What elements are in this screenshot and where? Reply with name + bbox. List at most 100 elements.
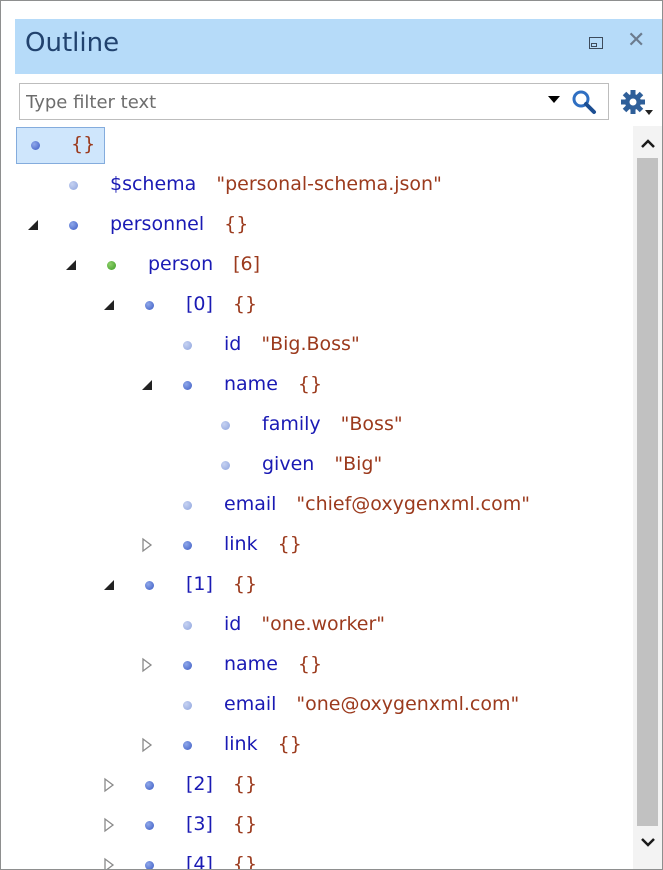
- node-bullet-icon: [183, 621, 192, 630]
- node-key: email: [224, 493, 277, 515]
- tree-node[interactable]: name {}: [15, 646, 633, 686]
- tree-node[interactable]: person [6]: [15, 246, 633, 286]
- node-value: "one@oxygenxml.com": [296, 693, 520, 715]
- filter-input[interactable]: [26, 89, 526, 115]
- node-value: "Big": [334, 453, 383, 475]
- node-key: family: [262, 413, 321, 435]
- node-value: {}: [297, 653, 323, 675]
- expanded-triangle-icon[interactable]: [63, 257, 79, 273]
- node-key: id: [224, 333, 242, 355]
- node-key: $schema: [110, 173, 197, 195]
- node-bullet-icon: [183, 501, 192, 510]
- node-value: "personal-schema.json": [216, 173, 442, 195]
- scroll-down-arrow-icon[interactable]: [633, 834, 663, 850]
- node-key: [2]: [186, 773, 213, 795]
- tree-node[interactable]: [0] {}: [15, 286, 633, 326]
- tree-node[interactable]: [4] {}: [15, 846, 633, 870]
- expanded-triangle-icon[interactable]: [101, 577, 117, 593]
- node-value: "Boss": [340, 413, 403, 435]
- node-key: email: [224, 693, 277, 715]
- node-bullet-icon: [145, 861, 154, 869]
- tree-node[interactable]: id "one.worker": [15, 606, 633, 646]
- node-bullet-icon: [183, 741, 192, 750]
- panel-title: Outline: [25, 28, 120, 58]
- node-value: {}: [232, 573, 258, 595]
- node-bullet-icon: [183, 381, 192, 390]
- node-value: {}: [224, 213, 249, 235]
- tree-node[interactable]: personnel {}: [15, 206, 633, 246]
- restore-icon[interactable]: [589, 37, 603, 49]
- expanded-triangle-icon[interactable]: [25, 217, 41, 233]
- collapsed-triangle-icon[interactable]: [101, 857, 117, 870]
- tree-node[interactable]: id "Big.Boss": [15, 326, 633, 366]
- node-key: person: [148, 253, 214, 275]
- node-key: [0]: [186, 293, 213, 315]
- tree-node[interactable]: [3] {}: [15, 806, 633, 846]
- tree-node[interactable]: given "Big": [15, 446, 633, 486]
- node-value: [6]: [233, 253, 261, 275]
- collapsed-triangle-icon[interactable]: [101, 777, 117, 793]
- node-bullet-icon: [69, 221, 78, 230]
- node-value: "chief@oxygenxml.com": [296, 493, 531, 515]
- node-value: "Big.Boss": [261, 333, 360, 355]
- tree-node[interactable]: name {}: [15, 366, 633, 406]
- tree-node[interactable]: $schema "personal-schema.json": [15, 166, 633, 206]
- node-bullet-icon: [145, 781, 154, 790]
- node-bullet-icon: [183, 341, 192, 350]
- node-bullet-icon: [69, 181, 78, 190]
- node-key: name: [224, 653, 278, 675]
- node-key: name: [224, 373, 278, 395]
- node-value: {}: [297, 373, 323, 395]
- node-bullet-icon: [183, 701, 192, 710]
- node-value: {}: [71, 133, 96, 155]
- node-value: {}: [232, 293, 258, 315]
- node-key: [4]: [186, 853, 213, 870]
- tree-node[interactable]: family "Boss": [15, 406, 633, 446]
- node-bullet-icon: [107, 261, 116, 270]
- scroll-up-arrow-icon[interactable]: [633, 136, 663, 152]
- gear-icon[interactable]: [620, 89, 654, 117]
- node-bullet-icon: [145, 581, 154, 590]
- node-key: personnel: [110, 213, 205, 235]
- node-value: {}: [277, 733, 302, 755]
- node-key: id: [224, 613, 242, 635]
- tree-node[interactable]: {}: [15, 126, 633, 166]
- tree-node[interactable]: link {}: [15, 726, 633, 766]
- node-bullet-icon: [145, 301, 154, 310]
- node-key: [3]: [186, 813, 213, 835]
- tree-node[interactable]: email "chief@oxygenxml.com": [15, 486, 633, 526]
- outline-panel: Outline ✕ {}$schema"personal-: [0, 0, 663, 870]
- tree-node[interactable]: [1] {}: [15, 566, 633, 606]
- collapsed-triangle-icon[interactable]: [101, 817, 117, 833]
- node-bullet-icon: [31, 141, 40, 150]
- node-value: {}: [232, 813, 258, 835]
- scroll-thumb[interactable]: [637, 158, 658, 826]
- node-value: {}: [232, 773, 258, 795]
- expanded-triangle-icon[interactable]: [139, 377, 155, 393]
- node-value: "one.worker": [261, 613, 386, 635]
- node-key: link: [224, 733, 258, 755]
- collapsed-triangle-icon[interactable]: [139, 737, 155, 753]
- node-key: link: [224, 533, 258, 555]
- node-value: {}: [277, 533, 302, 555]
- tree-node[interactable]: link {}: [15, 526, 633, 566]
- filter-field[interactable]: [19, 83, 609, 120]
- node-bullet-icon: [145, 821, 154, 830]
- chevron-down-icon[interactable]: [548, 96, 560, 103]
- node-key: [1]: [186, 573, 213, 595]
- vertical-scrollbar[interactable]: [633, 126, 663, 869]
- node-key: given: [262, 453, 315, 475]
- collapsed-triangle-icon[interactable]: [139, 537, 155, 553]
- search-icon[interactable]: [571, 89, 597, 115]
- expanded-triangle-icon[interactable]: [101, 297, 117, 313]
- node-bullet-icon: [221, 461, 230, 470]
- tree-node[interactable]: email "one@oxygenxml.com": [15, 686, 633, 726]
- node-bullet-icon: [183, 661, 192, 670]
- tree-node[interactable]: [2] {}: [15, 766, 633, 806]
- outline-tree[interactable]: {} $schema "personal-schema.json" personnel…: [15, 126, 633, 870]
- collapsed-triangle-icon[interactable]: [139, 657, 155, 673]
- node-bullet-icon: [183, 541, 192, 550]
- close-icon[interactable]: ✕: [627, 28, 645, 53]
- node-value: {}: [232, 853, 258, 870]
- node-bullet-icon: [221, 421, 230, 430]
